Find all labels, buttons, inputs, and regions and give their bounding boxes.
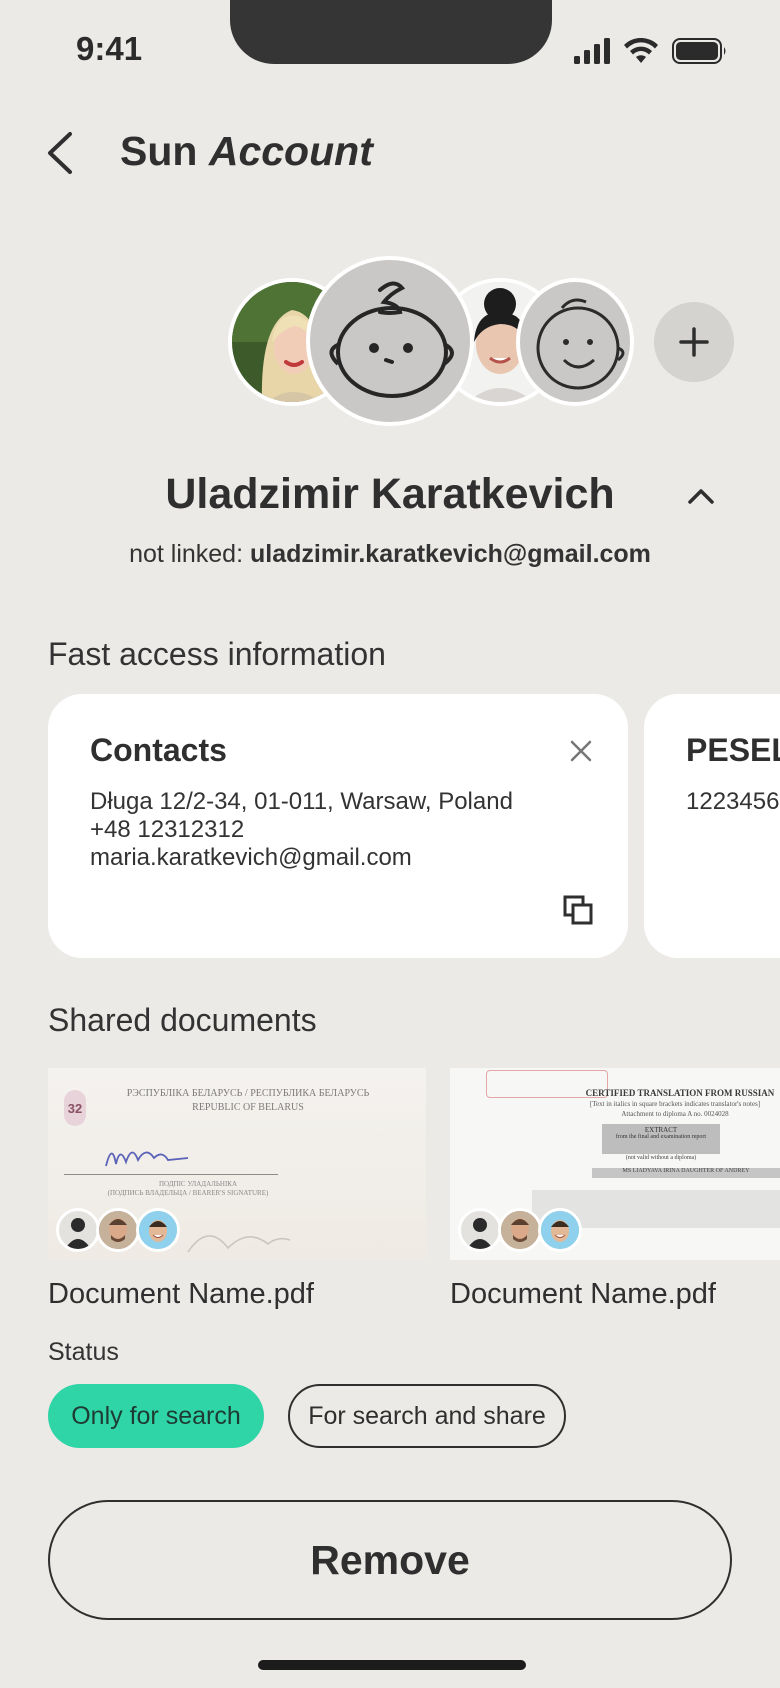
document-name-1[interactable]: Document Name.pdf xyxy=(48,1278,314,1311)
contacts-phone: +48 12312312 xyxy=(90,816,245,843)
avatar-man-beard xyxy=(96,1208,140,1252)
battery-icon xyxy=(672,38,726,64)
back-arrow-icon[interactable] xyxy=(42,128,82,178)
status-option-search-and-share[interactable]: For search and share xyxy=(288,1384,566,1448)
fast-access-title: Fast access information xyxy=(48,636,386,672)
doc2-shared-with xyxy=(458,1208,582,1252)
passport-sign-line-1: ПОДПІС УЛАДАЛЬНІКА xyxy=(158,1180,238,1188)
shared-documents-title: Shared documents xyxy=(48,1002,317,1038)
person-silhouette-icon xyxy=(56,1208,100,1252)
translation-title: CERTIFIED TRANSLATION FROM RUSSIAN xyxy=(585,1088,775,1098)
person-silhouette-icon xyxy=(458,1208,502,1252)
status-label: Status xyxy=(48,1338,119,1366)
contacts-email: maria.karatkevich@gmail.com xyxy=(90,844,412,871)
title-account: Account xyxy=(208,128,373,174)
extract-validity: (not valid without a diploma) xyxy=(625,1155,697,1161)
close-icon[interactable] xyxy=(568,738,594,764)
user-name: Uladzimir Karatkevich xyxy=(165,470,615,518)
pesel-card[interactable]: PESEL 1223456 xyxy=(644,694,780,958)
avatar-smiley-drawing[interactable] xyxy=(516,278,634,406)
linked-status: not linked: uladzimir.karatkevich@gmail.… xyxy=(0,540,780,569)
passport-sign-line-2: (ПОДПИСЬ ВЛАДЕЛЬЦА / BEARER'S SIGNATURE) xyxy=(107,1189,269,1197)
passport-header-en: REPUBLIC OF BELARUS xyxy=(192,1102,304,1113)
device-notch xyxy=(230,0,552,64)
home-indicator xyxy=(258,1660,526,1670)
signature-icon xyxy=(105,1151,189,1167)
copy-icon[interactable] xyxy=(562,894,594,926)
title-sun: Sun xyxy=(120,128,198,174)
passport-header-line: РЭСПУБЛІКА БЕЛАРУСЬ / РЕСПУБЛИКА БЕЛАРУС… xyxy=(126,1088,370,1099)
page-title: Sun Account xyxy=(120,128,373,175)
chevron-up-icon[interactable] xyxy=(686,486,716,506)
extract-title: EXTRACT xyxy=(644,1126,678,1134)
extract-line: from the final and examination report xyxy=(615,1134,707,1140)
smiley-drawing-icon xyxy=(536,298,625,390)
doc1-shared-with xyxy=(56,1208,180,1252)
faint-signature-icon xyxy=(187,1235,291,1253)
avatar-man-beard xyxy=(498,1208,542,1252)
linked-email: uladzimir.karatkevich@gmail.com xyxy=(249,540,651,568)
translation-name: MS LIADYAVA IRINA DAUGHTER OF ANDREY xyxy=(592,1168,780,1178)
signal-icon xyxy=(574,38,610,64)
avatar-man-smiling xyxy=(538,1208,582,1252)
baby-face-drawing-icon xyxy=(329,281,454,398)
extract-box: EXTRACT from the final and examination r… xyxy=(602,1124,720,1154)
status-option-only-for-search[interactable]: Only for search xyxy=(48,1384,264,1448)
linked-prefix: not linked: xyxy=(129,540,244,568)
add-profile-button[interactable] xyxy=(654,302,734,382)
plus-icon xyxy=(679,327,709,357)
status-time: 9:41 xyxy=(76,30,143,67)
wifi-icon xyxy=(624,38,658,63)
pesel-card-title: PESEL xyxy=(686,732,780,768)
passport-page-number: 32 xyxy=(64,1090,86,1126)
translation-attachment: Attachment to diploma A no. 0024028 xyxy=(621,1110,729,1118)
translation-note: [Text in italics in square brackets indi… xyxy=(589,1100,761,1108)
avatar-baby-drawing-selected[interactable] xyxy=(306,256,474,426)
pesel-value: 1223456 xyxy=(686,788,780,815)
remove-button[interactable]: Remove xyxy=(48,1500,732,1620)
status-icons xyxy=(574,36,728,66)
document-name-2[interactable]: Document Name.pdf xyxy=(450,1278,716,1311)
contacts-card-title: Contacts xyxy=(90,732,227,768)
contacts-address: Długa 12/2-34, 01-011, Warsaw, Poland xyxy=(90,788,513,815)
contacts-card[interactable]: Contacts Długa 12/2-34, 01-011, Warsaw, … xyxy=(48,694,628,958)
avatar-man-smiling xyxy=(136,1208,180,1252)
